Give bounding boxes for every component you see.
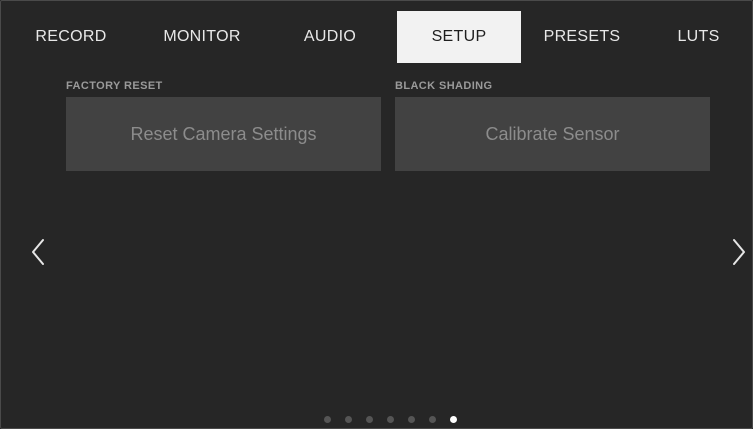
page-dot-5[interactable] (408, 415, 415, 423)
tab-audio[interactable]: AUDIO (263, 11, 397, 63)
previous-page-button[interactable] (27, 237, 51, 267)
camera-menu-screen: RECORD MONITOR AUDIO SETUP PRESETS LUTS … (0, 0, 753, 429)
page-dot-4[interactable] (387, 415, 394, 423)
tab-setup[interactable]: SETUP (397, 11, 521, 63)
reset-camera-settings-button[interactable]: Reset Camera Settings (66, 97, 381, 171)
calibrate-sensor-button[interactable]: Calibrate Sensor (395, 97, 710, 171)
page-dot-6[interactable] (429, 415, 436, 423)
menu-tab-bar: RECORD MONITOR AUDIO SETUP PRESETS LUTS (1, 11, 752, 63)
chevron-right-icon (733, 239, 745, 265)
page-dot-2[interactable] (345, 415, 352, 423)
chevron-left-icon (32, 239, 44, 265)
tab-luts[interactable]: LUTS (643, 11, 752, 63)
page-dot-7[interactable] (450, 415, 457, 423)
factory-reset-label: FACTORY RESET (66, 80, 163, 92)
tab-record[interactable]: RECORD (1, 11, 141, 63)
page-indicator (1, 414, 752, 424)
black-shading-label: BLACK SHADING (395, 80, 493, 92)
next-page-button[interactable] (728, 237, 752, 267)
page-dot-3[interactable] (366, 415, 373, 423)
tab-monitor[interactable]: MONITOR (141, 11, 263, 63)
page-dots (324, 415, 457, 423)
tab-presets[interactable]: PRESETS (521, 11, 643, 63)
page-dot-1[interactable] (324, 415, 331, 423)
